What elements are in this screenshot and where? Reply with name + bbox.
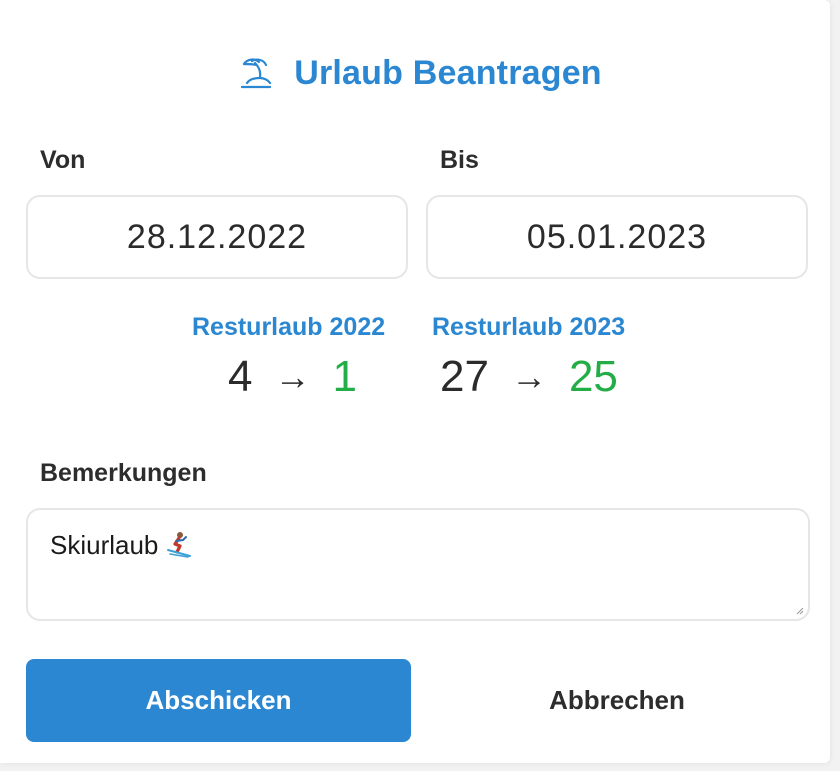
from-label: Von — [40, 146, 86, 174]
remarks-textarea[interactable]: Skiurlaub — [26, 508, 810, 621]
palm-island-icon — [238, 55, 274, 91]
cancel-button[interactable]: Abbrechen — [426, 659, 808, 742]
to-label: Bis — [440, 146, 479, 174]
remaining-2022-after: 1 — [332, 352, 357, 401]
remarks-label: Bemerkungen — [40, 459, 207, 487]
resize-handle-icon[interactable] — [796, 607, 804, 615]
submit-button[interactable]: Abschicken — [26, 659, 411, 742]
remaining-2023-label: Resturlaub 2023 — [432, 313, 626, 341]
vacation-request-dialog: Urlaub Beantragen Von Bis 28.12.2022 05.… — [0, 0, 830, 763]
remaining-2023-after: 25 — [568, 352, 618, 401]
from-date-value: 28.12.2022 — [126, 217, 308, 256]
dialog-title: Urlaub Beantragen — [294, 53, 602, 92]
remarks-text: Skiurlaub — [50, 530, 159, 560]
to-date-input[interactable]: 05.01.2023 — [426, 195, 808, 279]
to-date-value: 05.01.2023 — [526, 217, 708, 256]
arrow-right-icon: → — [274, 356, 311, 397]
arrow-right-icon: → — [510, 356, 547, 397]
remaining-2023-values: 27 → 25 — [440, 352, 618, 402]
remaining-2022-values: 4 → 1 — [228, 352, 357, 402]
remaining-2022-before: 4 — [228, 352, 253, 401]
dialog-header: Urlaub Beantragen — [0, 46, 840, 100]
from-date-input[interactable]: 28.12.2022 — [26, 195, 408, 279]
remaining-2022-label: Resturlaub 2022 — [192, 313, 386, 341]
remaining-2023-before: 27 — [440, 352, 489, 401]
skier-icon — [164, 530, 192, 558]
